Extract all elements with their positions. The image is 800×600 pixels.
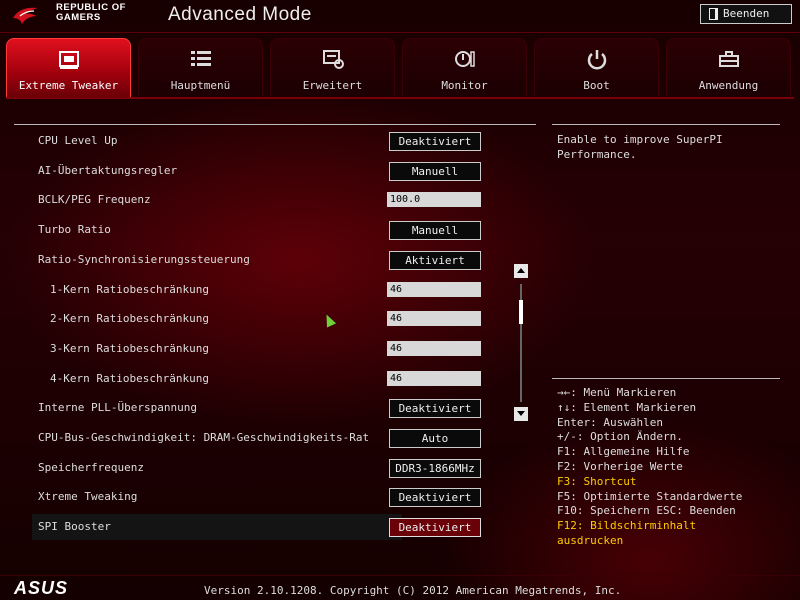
setting-label: Ratio-Synchronisierungssteuerung [38, 253, 250, 266]
key-hint: F1: Allgemeine Hilfe [557, 445, 690, 459]
setting-value-button[interactable]: Aktiviert [389, 251, 481, 270]
mode-title: Advanced Mode [168, 4, 312, 25]
tab-label: Anwendung [698, 79, 759, 92]
key-hint: Enter: Auswählen [557, 415, 663, 429]
setting-memory-frequency[interactable]: Speicherfrequenz DDR3-1866MHz [14, 455, 536, 481]
keys-divider [552, 378, 780, 379]
setting-ai-overclock[interactable]: AI-Übertaktungsregler Manuell [14, 158, 536, 184]
tab-bar: Extreme Tweaker Hauptmenü Erweitert Moni… [6, 38, 796, 98]
help-description: Enable to improve SuperPI Performance. [557, 133, 723, 161]
key-hint-screenshot-cont[interactable]: ausdrucken [557, 534, 793, 549]
setting-ratio-sync[interactable]: Ratio-Synchronisierungssteuerung Aktivie… [14, 247, 536, 273]
tab-bar-divider [6, 97, 794, 99]
key-hint: →←: Menü Markieren [557, 386, 677, 399]
setting-value-input[interactable]: 46 [387, 311, 481, 326]
key-legend: →←: Menü Markieren ↑↓: Element Markieren… [557, 386, 793, 549]
setting-label: Interne PLL-Überspannung [38, 401, 197, 414]
setting-xtreme-tweaking[interactable]: Xtreme Tweaking Deaktiviert [14, 484, 536, 510]
setting-value-input[interactable]: 100.0 [387, 192, 481, 207]
rog-eye-logo-icon [13, 7, 38, 24]
setting-value-button[interactable]: Deaktiviert [389, 399, 481, 418]
exit-button[interactable]: Beenden [700, 4, 792, 24]
brand-line-2: GAMERS [56, 12, 101, 23]
setting-1-core-ratio[interactable]: 1-Kern Ratiobeschränkung 46 [14, 277, 536, 303]
tab-label: Hauptmenü [170, 79, 231, 92]
setting-label: BCLK/PEG Frequenz [38, 193, 151, 206]
setting-label: 3-Kern Ratiobeschränkung [50, 342, 209, 355]
setting-label: Turbo Ratio [38, 223, 111, 236]
exit-door-icon [709, 8, 718, 20]
setting-label: 1-Kern Ratiobeschränkung [50, 283, 209, 296]
setting-value-button[interactable]: Deaktiviert [389, 518, 481, 537]
setting-value-button[interactable]: Manuell [389, 162, 481, 181]
setting-label: AI-Übertaktungsregler [38, 164, 178, 177]
key-hint: ↑↓: Element Markieren [557, 400, 697, 414]
key-hint-shortcut[interactable]: F3: Shortcut [557, 475, 793, 490]
setting-value-input[interactable]: 46 [387, 282, 481, 297]
monitor-icon [454, 51, 475, 67]
setting-value-input[interactable]: 46 [387, 371, 481, 386]
setting-label: 4-Kern Ratiobeschränkung [50, 372, 209, 385]
setting-value-button[interactable]: Auto [389, 429, 481, 448]
key-hint: +/-: Option Ändern. [557, 430, 683, 444]
setting-label: SPI Booster [38, 520, 111, 533]
tweaker-icon [58, 51, 79, 69]
advanced-icon [322, 50, 344, 69]
header: REPUBLIC OF GAMERS Advanced Mode Beenden [0, 0, 800, 34]
tab-label: Erweitert [302, 79, 363, 92]
setting-3-core-ratio[interactable]: 3-Kern Ratiobeschränkung 46 [14, 336, 536, 362]
header-divider [0, 32, 800, 33]
setting-4-core-ratio[interactable]: 4-Kern Ratiobeschränkung 46 [14, 366, 536, 392]
setting-label: 2-Kern Ratiobeschränkung [50, 312, 209, 325]
help-top-divider [552, 124, 780, 125]
version-text: Version 2.10.1208. Copyright (C) 2012 Am… [204, 584, 622, 597]
toolbox-icon [718, 51, 739, 67]
power-icon [587, 50, 606, 70]
tab-monitor[interactable]: Monitor [402, 38, 527, 98]
key-hint-screenshot[interactable]: F12: Bildschirminhalt [557, 519, 793, 534]
asus-logo: ASUS [14, 578, 69, 598]
setting-label: CPU-Bus-Geschwindigkeit: DRAM-Geschwindi… [38, 431, 370, 444]
tab-extreme-tweaker[interactable]: Extreme Tweaker [6, 38, 131, 98]
key-hint: F10: Speichern ESC: Beenden [557, 504, 736, 518]
setting-bclk-frequency[interactable]: BCLK/PEG Frequenz 100.0 [14, 187, 536, 213]
setting-turbo-ratio[interactable]: Turbo Ratio Manuell [14, 217, 536, 243]
tab-boot[interactable]: Boot [534, 38, 659, 98]
setting-label: Xtreme Tweaking [38, 490, 138, 503]
key-hint: F5: Optimierte Standardwerte [557, 489, 743, 503]
setting-cpu-level-up[interactable]: CPU Level Up Deaktiviert [14, 128, 536, 154]
tab-label: Extreme Tweaker [18, 79, 119, 92]
scroll-down-button[interactable] [514, 407, 528, 421]
tab-hauptmenue[interactable]: Hauptmenü [138, 38, 263, 98]
setting-value-button[interactable]: Manuell [389, 221, 481, 240]
brand-text: REPUBLIC OF GAMERS [56, 3, 126, 23]
footer-divider [0, 575, 800, 576]
setting-value-button[interactable]: Deaktiviert [389, 132, 481, 151]
setting-value-button[interactable]: Deaktiviert [389, 488, 481, 507]
tab-anwendung[interactable]: Anwendung [666, 38, 791, 98]
scrollbar-thumb[interactable] [519, 300, 523, 324]
tab-erweitert[interactable]: Erweitert [270, 38, 395, 98]
setting-value-button[interactable]: DDR3-1866MHz [389, 459, 481, 478]
setting-label: CPU Level Up [38, 134, 118, 147]
setting-value-input[interactable]: 46 [387, 341, 481, 356]
scroll-up-button[interactable] [514, 264, 528, 278]
setting-label: Speicherfrequenz [38, 461, 144, 474]
list-icon [190, 51, 211, 66]
exit-label: Beenden [723, 7, 770, 20]
setting-internal-pll[interactable]: Interne PLL-Überspannung Deaktiviert [14, 395, 536, 421]
tab-label: Monitor [441, 79, 488, 92]
tab-label: Boot [583, 79, 610, 92]
key-hint: F2: Vorherige Werte [557, 459, 683, 473]
setting-spi-booster[interactable]: SPI Booster Deaktiviert [32, 514, 481, 540]
setting-2-core-ratio[interactable]: 2-Kern Ratiobeschränkung 46 [14, 306, 536, 332]
settings-list: CPU Level Up Deaktiviert AI-Übertaktungs… [14, 122, 536, 542]
setting-cpu-dram-ratio[interactable]: CPU-Bus-Geschwindigkeit: DRAM-Geschwindi… [14, 425, 536, 451]
